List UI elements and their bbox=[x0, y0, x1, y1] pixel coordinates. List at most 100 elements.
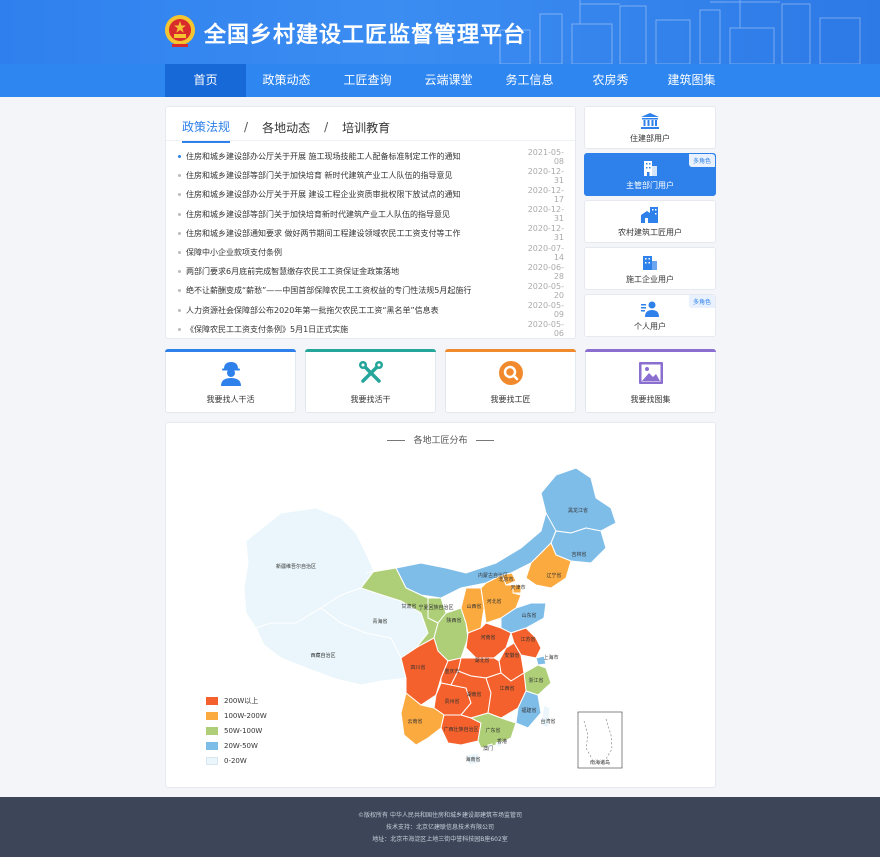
user-card-label: 主管部门用户 bbox=[626, 181, 674, 190]
news-date: 2020-12-17 bbox=[527, 185, 564, 204]
bullet-icon bbox=[178, 327, 181, 331]
list-item[interactable]: 住房和城乡建设部等部门关于加快培育 新时代建筑产业工人队伍的指导意见 2020-1… bbox=[178, 166, 564, 185]
legend-item: 50W-100W bbox=[206, 723, 267, 738]
nav-item-home[interactable]: 首页 bbox=[165, 64, 246, 97]
province-label: 广西壮族自治区 bbox=[443, 726, 478, 733]
city-skyline-decoration bbox=[499, 0, 861, 64]
legend-swatch bbox=[206, 711, 218, 720]
nav-item-policy-news[interactable]: 政策动态 bbox=[246, 64, 327, 97]
list-item[interactable]: 两部门要求6月底前完成智慧缴存农民工工资保证金政策落地 2020-06-28 bbox=[178, 262, 564, 281]
province-label: 河南省 bbox=[480, 634, 495, 641]
province-label: 海南省 bbox=[465, 756, 480, 763]
craftsman-distribution-map: 各地工匠分布 南海诸岛 新疆维吾尔自治区 西藏自治区 青海省 内蒙古自治区 黑龙… bbox=[165, 422, 716, 788]
news-title[interactable]: 住房和城乡建设部办公厅关于开展 建设工程企业资质审批权限下放试点的通知 bbox=[186, 189, 518, 200]
user-card-mohurd[interactable]: 住建部用户 bbox=[584, 106, 716, 149]
news-title[interactable]: 住房和城乡建设部办公厅关于开展 施工现场技能工人配备标准制定工作的通知 bbox=[186, 151, 518, 162]
province-label: 西藏自治区 bbox=[310, 652, 335, 659]
province-label: 台湾省 bbox=[540, 718, 555, 725]
news-title[interactable]: 保障中小企业款项支付条例 bbox=[186, 247, 518, 258]
user-card-individual[interactable]: 多角色 个人用户 bbox=[584, 294, 716, 337]
province-label: 安徽省 bbox=[504, 652, 519, 659]
province-label: 湖南省 bbox=[466, 691, 481, 698]
tab-local-news[interactable]: 各地动态 bbox=[262, 119, 310, 142]
inset-label: 南海诸岛 bbox=[590, 759, 610, 766]
find-jobs-card[interactable]: 我要找活干 bbox=[305, 349, 436, 413]
national-emblem-icon bbox=[165, 15, 195, 47]
bullet-icon bbox=[178, 231, 181, 235]
list-item[interactable]: 住房和城乡建设部通知要求 做好两节期间工程建设领域农民工工资支付等工作 2020-… bbox=[178, 224, 564, 243]
news-date: 2020-12-31 bbox=[527, 205, 564, 224]
find-atlas-card[interactable]: 我要找图集 bbox=[585, 349, 716, 413]
news-title[interactable]: 绝不让薪酬变成“薪愁”——中国首部保障农民工工资权益的专门性法规5月起施行 bbox=[186, 285, 518, 296]
legend-item: 100W-200W bbox=[206, 708, 267, 723]
tabs-divider bbox=[166, 140, 575, 141]
province-label: 山东省 bbox=[521, 612, 536, 619]
multi-role-badge: 多角色 bbox=[688, 154, 715, 167]
nav-item-building-atlas[interactable]: 建筑图集 bbox=[651, 64, 732, 97]
list-item[interactable]: 保障中小企业款项支付条例 2020-07-14 bbox=[178, 243, 564, 262]
province-label: 江西省 bbox=[499, 685, 514, 692]
site-footer: ©版权所有 中华人民共和国住房和城乡建设部建筑市场监管司 技术支持：北京亿建联信… bbox=[0, 797, 880, 857]
list-item[interactable]: 住房和城乡建设部办公厅关于开展 施工现场技能工人配备标准制定工作的通知 2021-… bbox=[178, 147, 564, 166]
province-label: 宁夏回族自治区 bbox=[418, 604, 453, 611]
tab-separator: / bbox=[324, 120, 329, 134]
province-heilongjiang[interactable] bbox=[540, 467, 617, 534]
people-icon bbox=[641, 301, 659, 317]
province-label: 北京市 bbox=[498, 576, 513, 583]
tab-training-education[interactable]: 培训教育 bbox=[342, 119, 390, 142]
footer-support: 技术支持：北京亿建联信息技术有限公司 bbox=[385, 824, 494, 831]
bullet-icon bbox=[178, 193, 181, 197]
user-card-rural-craftsman[interactable]: 农村建筑工匠用户 bbox=[584, 200, 716, 243]
bullet-icon bbox=[178, 212, 181, 216]
rural-house-icon bbox=[641, 207, 658, 223]
find-craftsman-card[interactable]: 我要找工匠 bbox=[445, 349, 576, 413]
tab-policy-regulations[interactable]: 政策法规 bbox=[182, 118, 231, 143]
province-label: 澳门 bbox=[483, 745, 493, 752]
legend-label: 50W-100W bbox=[224, 726, 263, 735]
nav-item-cloud-classroom[interactable]: 云端课堂 bbox=[408, 64, 489, 97]
main-nav: 首页 政策动态 工匠查询 云端课堂 务工信息 农房秀 建筑图集 bbox=[0, 64, 880, 97]
news-title[interactable]: 住房和城乡建设部等部门关于加快培育新时代建筑产业工人队伍的指导意见 bbox=[186, 209, 518, 220]
news-title[interactable]: 住房和城乡建设部等部门关于加快培育 新时代建筑产业工人队伍的指导意见 bbox=[186, 170, 518, 181]
card-label: 我要找图集 bbox=[630, 395, 671, 404]
news-date: 2020-05-20 bbox=[527, 281, 564, 300]
legend-swatch bbox=[206, 726, 218, 735]
list-item[interactable]: 人力资源社会保障部公布2020年第一批拖欠农民工工资“黑名单”信息表 2020-0… bbox=[178, 301, 564, 320]
news-title[interactable]: 人力资源社会保障部公布2020年第一批拖欠农民工工资“黑名单”信息表 bbox=[186, 305, 518, 316]
news-title[interactable]: 《保障农民工工资支付条例》5月1日正式实施 bbox=[186, 324, 518, 335]
bank-icon bbox=[641, 113, 659, 129]
legend-item: 200W以上 bbox=[206, 693, 267, 708]
site-header: 全国乡村建设工匠监督管理平台 bbox=[0, 0, 880, 64]
user-card-construction-enterprise[interactable]: 施工企业用户 bbox=[584, 247, 716, 290]
province-label: 辽宁省 bbox=[546, 572, 561, 579]
news-title[interactable]: 两部门要求6月底前完成智慧缴存农民工工资保证金政策落地 bbox=[186, 266, 518, 277]
news-panel: 政策法规 / 各地动态 / 培训教育 住房和城乡建设部办公厅关于开展 施工现场技… bbox=[165, 106, 576, 339]
province-label: 湖北省 bbox=[474, 657, 489, 664]
news-date: 2020-05-09 bbox=[527, 301, 564, 320]
bullet-icon bbox=[178, 174, 181, 178]
find-workers-card[interactable]: 我要找人干活 bbox=[165, 349, 296, 413]
list-item[interactable]: 住房和城乡建设部办公厅关于开展 建设工程企业资质审批权限下放试点的通知 2020-… bbox=[178, 185, 564, 204]
province-label: 陕西省 bbox=[446, 617, 461, 624]
nav-item-craftsman-search[interactable]: 工匠查询 bbox=[327, 64, 408, 97]
user-card-label: 住建部用户 bbox=[630, 134, 670, 143]
nav-item-rural-house-show[interactable]: 农房秀 bbox=[570, 64, 651, 97]
search-icon bbox=[499, 361, 523, 385]
list-item[interactable]: 《保障农民工工资支付条例》5月1日正式实施 2020-05-06 bbox=[178, 320, 564, 339]
nav-item-job-info[interactable]: 务工信息 bbox=[489, 64, 570, 97]
province-label: 天津市 bbox=[510, 584, 525, 591]
office-building-icon bbox=[644, 161, 657, 176]
enterprise-building-icon bbox=[643, 256, 657, 270]
card-label: 我要找人干活 bbox=[206, 395, 255, 404]
province-label: 贵州省 bbox=[444, 698, 459, 705]
bullet-icon bbox=[178, 308, 181, 312]
list-item[interactable]: 住房和城乡建设部等部门关于加快培育新时代建筑产业工人队伍的指导意见 2020-12… bbox=[178, 205, 564, 224]
user-card-authority[interactable]: 多角色 主管部门用户 bbox=[584, 153, 716, 196]
province-label: 江苏省 bbox=[520, 636, 535, 643]
news-title[interactable]: 住房和城乡建设部通知要求 做好两节期间工程建设领域农民工工资支付等工作 bbox=[186, 228, 518, 239]
province-label: 河北省 bbox=[486, 598, 501, 605]
worker-icon bbox=[221, 362, 241, 386]
province-label: 云南省 bbox=[407, 718, 422, 725]
list-item[interactable]: 绝不让薪酬变成“薪愁”——中国首部保障农民工工资权益的专门性法规5月起施行 202… bbox=[178, 281, 564, 300]
legend-swatch bbox=[206, 741, 218, 750]
